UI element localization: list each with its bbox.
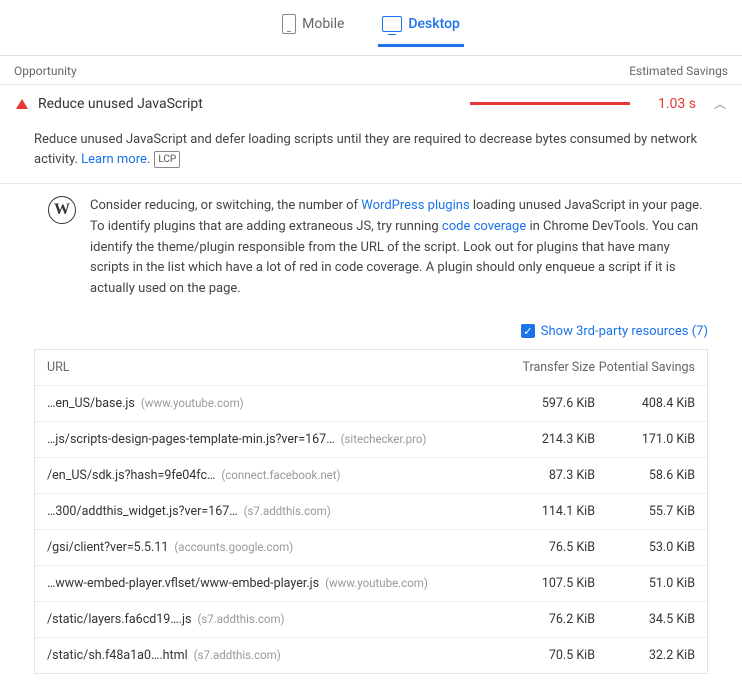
wordpress-icon: W bbox=[48, 196, 76, 224]
audit-description: Reduce unused JavaScript and defer loadi… bbox=[0, 122, 742, 184]
tab-mobile-label: Mobile bbox=[302, 16, 344, 32]
cell-url: …300/addthis_widget.js?ver=167… (s7.addt… bbox=[47, 504, 495, 519]
cell-url: /gsi/client?ver=5.5.11 (accounts.google.… bbox=[47, 540, 495, 555]
table-row: /en_US/sdk.js?hash=9fe04fc… (connect.fac… bbox=[35, 457, 707, 493]
cell-save: 51.0 KiB bbox=[595, 576, 695, 591]
cell-url: /en_US/sdk.js?hash=9fe04fc… (connect.fac… bbox=[47, 468, 495, 483]
fail-triangle-icon bbox=[16, 99, 28, 109]
table-row: …300/addthis_widget.js?ver=167… (s7.addt… bbox=[35, 493, 707, 529]
cell-url: …en_US/base.js (www.youtube.com) bbox=[47, 396, 495, 411]
col-url-header: URL bbox=[47, 360, 495, 375]
cell-size: 87.3 KiB bbox=[495, 468, 595, 483]
url-path: /static/sh.f48a1a0….html bbox=[47, 648, 188, 663]
audit-row[interactable]: Reduce unused JavaScript 1.03 s ︿ bbox=[0, 84, 742, 122]
url-path: …js/scripts-design-pages-template-min.js… bbox=[47, 432, 335, 447]
url-path: …en_US/base.js bbox=[47, 396, 135, 411]
stack-pack-text: Consider reducing, or switching, the num… bbox=[90, 196, 708, 300]
table-row: …js/scripts-design-pages-template-min.js… bbox=[35, 421, 707, 457]
cell-size: 76.5 KiB bbox=[495, 540, 595, 555]
learn-more-link[interactable]: Learn more bbox=[81, 152, 147, 167]
code-coverage-link[interactable]: code coverage bbox=[442, 219, 526, 234]
mobile-icon bbox=[282, 14, 296, 34]
header-est-savings: Estimated Savings bbox=[629, 64, 728, 78]
url-path: /en_US/sdk.js?hash=9fe04fc… bbox=[47, 468, 215, 483]
table-header: URL Transfer Size Potential Savings bbox=[35, 350, 707, 385]
cell-save: 55.7 KiB bbox=[595, 504, 695, 519]
cell-size: 597.6 KiB bbox=[495, 396, 595, 411]
cell-save: 408.4 KiB bbox=[595, 396, 695, 411]
cell-size: 107.5 KiB bbox=[495, 576, 595, 591]
desktop-icon bbox=[382, 16, 402, 32]
url-host: (s7.addthis.com) bbox=[197, 612, 284, 626]
header-opportunity: Opportunity bbox=[14, 64, 77, 78]
url-path: …www-embed-player.vflset/www-embed-playe… bbox=[47, 576, 319, 591]
tab-mobile[interactable]: Mobile bbox=[278, 8, 348, 47]
columns-header: Opportunity Estimated Savings bbox=[0, 56, 742, 84]
cell-size: 114.1 KiB bbox=[495, 504, 595, 519]
cell-save: 171.0 KiB bbox=[595, 432, 695, 447]
audit-title: Reduce unused JavaScript bbox=[38, 96, 203, 112]
thirdparty-label: Show 3rd-party resources (7) bbox=[541, 324, 708, 339]
cell-save: 32.2 KiB bbox=[595, 648, 695, 663]
url-host: (connect.facebook.net) bbox=[221, 468, 340, 482]
col-save-header: Potential Savings bbox=[595, 360, 695, 375]
cell-save: 58.6 KiB bbox=[595, 468, 695, 483]
savings-bar bbox=[470, 102, 630, 105]
thirdparty-toggle-row: ✓ Show 3rd-party resources (7) bbox=[0, 318, 742, 349]
url-host: (sitechecker.pro) bbox=[341, 432, 427, 446]
cell-url: …www-embed-player.vflset/www-embed-playe… bbox=[47, 576, 495, 591]
col-size-header: Transfer Size bbox=[495, 360, 595, 375]
savings-bar-wrap bbox=[213, 102, 640, 105]
device-tabs: Mobile Desktop bbox=[0, 0, 742, 56]
cell-size: 214.3 KiB bbox=[495, 432, 595, 447]
thirdparty-checkbox[interactable]: ✓ bbox=[521, 324, 535, 338]
tab-desktop-label: Desktop bbox=[408, 16, 459, 32]
url-host: (s7.addthis.com) bbox=[194, 648, 281, 662]
table-row: /static/layers.fa6cd19….js (s7.addthis.c… bbox=[35, 601, 707, 637]
chevron-up-icon: ︿ bbox=[714, 95, 726, 112]
url-path: …300/addthis_widget.js?ver=167… bbox=[47, 504, 238, 519]
stack-pack-row: W Consider reducing, or switching, the n… bbox=[0, 184, 742, 318]
table-row: …www-embed-player.vflset/www-embed-playe… bbox=[35, 565, 707, 601]
cell-url: /static/sh.f48a1a0….html (s7.addthis.com… bbox=[47, 648, 495, 663]
wp-plugins-link[interactable]: WordPress plugins bbox=[361, 198, 469, 213]
tab-desktop[interactable]: Desktop bbox=[378, 8, 463, 47]
cell-save: 53.0 KiB bbox=[595, 540, 695, 555]
cell-save: 34.5 KiB bbox=[595, 612, 695, 627]
cell-url: …js/scripts-design-pages-template-min.js… bbox=[47, 432, 495, 447]
table-row: …en_US/base.js (www.youtube.com)597.6 Ki… bbox=[35, 385, 707, 421]
resources-table: URL Transfer Size Potential Savings …en_… bbox=[34, 349, 708, 674]
stack-text-1: Consider reducing, or switching, the num… bbox=[90, 198, 361, 213]
url-host: (accounts.google.com) bbox=[174, 540, 293, 554]
savings-value: 1.03 s bbox=[650, 96, 696, 112]
url-path: /static/layers.fa6cd19….js bbox=[47, 612, 191, 627]
url-host: (s7.addthis.com) bbox=[244, 504, 331, 518]
url-host: (www.youtube.com) bbox=[141, 396, 244, 410]
table-row: /gsi/client?ver=5.5.11 (accounts.google.… bbox=[35, 529, 707, 565]
cell-size: 76.2 KiB bbox=[495, 612, 595, 627]
table-row: /static/sh.f48a1a0….html (s7.addthis.com… bbox=[35, 637, 707, 673]
url-host: (www.youtube.com) bbox=[325, 576, 428, 590]
cell-url: /static/layers.fa6cd19….js (s7.addthis.c… bbox=[47, 612, 495, 627]
url-path: /gsi/client?ver=5.5.11 bbox=[47, 540, 168, 555]
cell-size: 70.5 KiB bbox=[495, 648, 595, 663]
lcp-badge: LCP bbox=[154, 151, 180, 168]
